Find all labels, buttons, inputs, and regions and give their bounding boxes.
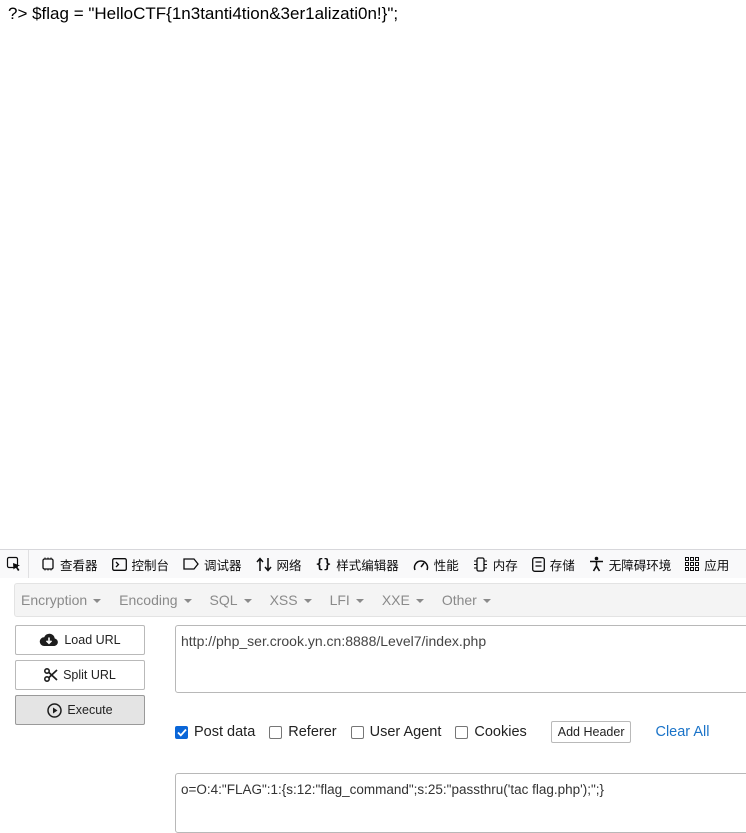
cloud-download-icon — [40, 633, 59, 646]
devtools-tab-debugger[interactable]: 调试器 — [177, 550, 250, 578]
devtools-tab-accessibility[interactable]: 无障碍环境 — [583, 550, 680, 578]
tab-label: 存储 — [549, 558, 575, 573]
checkmark-icon — [176, 728, 187, 737]
scissors-icon — [44, 668, 58, 682]
referer-label: Referer — [288, 724, 337, 740]
menu-label: LFI — [329, 592, 350, 608]
inspector-icon — [42, 557, 54, 571]
chevron-down-icon — [93, 599, 102, 603]
post-data-checkbox[interactable] — [175, 725, 188, 739]
tab-label: 无障碍环境 — [608, 558, 672, 573]
devtools-toolbar: 查看器 控制台 调试器 网络 {} 样式编辑器 性能 内存 存储 无障碍环境 应… — [0, 549, 746, 579]
tab-label: 样式编辑器 — [336, 558, 399, 573]
tab-label: 性能 — [433, 558, 459, 573]
menu-sql[interactable]: SQL — [204, 585, 258, 615]
post-data-input[interactable]: o=O:4:"FLAG":1:{s:12:"flag_command";s:25… — [175, 773, 746, 833]
referer-checkbox[interactable] — [269, 725, 283, 739]
options-row: Post data Referer User Agent Cookies Add… — [175, 720, 709, 744]
element-picker-icon[interactable] — [0, 550, 29, 578]
performance-icon — [413, 559, 428, 570]
devtools-tab-inspector[interactable]: 查看器 — [35, 550, 106, 578]
referer-option[interactable]: Referer — [269, 724, 337, 740]
cookies-checkbox[interactable] — [455, 725, 469, 739]
user-agent-option[interactable]: User Agent — [350, 724, 442, 740]
devtools-tab-storage[interactable]: 存储 — [526, 550, 583, 578]
cookies-label: Cookies — [474, 724, 527, 740]
tab-label: 应用 — [704, 558, 730, 573]
menu-label: Other — [441, 592, 477, 608]
menu-label: Encryption — [21, 592, 88, 608]
tab-label: 内存 — [492, 558, 518, 573]
add-header-button[interactable]: Add Header — [550, 721, 632, 743]
chevron-down-icon — [183, 599, 192, 603]
network-icon — [255, 556, 272, 572]
load-url-label: Load URL — [64, 633, 121, 647]
tab-label: 控制台 — [131, 558, 170, 573]
memory-icon — [473, 556, 487, 572]
post-data-label: Post data — [194, 724, 256, 740]
menu-encoding[interactable]: Encoding — [113, 585, 197, 615]
load-url-button[interactable]: Load URL — [15, 625, 145, 655]
split-url-button[interactable]: Split URL — [15, 660, 145, 690]
devtools-tab-application[interactable]: 应用 — [679, 550, 737, 578]
tab-label: 调试器 — [204, 558, 242, 573]
debugger-icon — [183, 558, 199, 570]
devtools-tab-performance[interactable]: 性能 — [407, 550, 467, 578]
user-agent-label: User Agent — [369, 724, 442, 740]
chevron-down-icon — [243, 599, 252, 603]
chevron-down-icon — [482, 599, 491, 603]
play-circle-icon — [47, 702, 63, 718]
menu-label: XSS — [269, 592, 298, 608]
cookies-option[interactable]: Cookies — [455, 724, 527, 740]
chevron-down-icon — [303, 599, 312, 603]
devtools-tab-console[interactable]: 控制台 — [106, 550, 178, 578]
menu-lfi[interactable]: LFI — [324, 585, 370, 615]
execute-button[interactable]: Execute — [15, 695, 145, 725]
style-editor-icon: {} — [315, 556, 332, 572]
execute-label: Execute — [67, 703, 113, 717]
hackbar-panel: Encryption Encoding SQL XSS LFI XXE Othe… — [0, 578, 746, 833]
menu-label: SQL — [209, 592, 238, 608]
menu-other[interactable]: Other — [436, 585, 497, 615]
devtools-tab-network[interactable]: 网络 — [250, 550, 310, 578]
storage-icon — [531, 556, 545, 572]
chevron-down-icon — [355, 599, 364, 603]
menu-encryption[interactable]: Encryption — [15, 585, 107, 615]
application-icon — [685, 557, 700, 571]
menu-label: XXE — [381, 592, 410, 608]
menu-label: Encoding — [119, 592, 178, 608]
hackbar-menubar: Encryption Encoding SQL XSS LFI XXE Othe… — [14, 583, 746, 617]
page-output-text: ?> $flag = "HelloCTF{1n3tanti4tion&3er1a… — [8, 4, 399, 23]
clear-all-link[interactable]: Clear All — [655, 724, 709, 740]
menu-xxe[interactable]: XXE — [376, 585, 430, 615]
devtools-tab-style-editor[interactable]: {} 样式编辑器 — [310, 550, 407, 578]
post-data-option[interactable]: Post data — [175, 724, 255, 740]
split-url-label: Split URL — [63, 668, 116, 682]
accessibility-icon — [589, 556, 603, 572]
devtools-tab-memory[interactable]: 内存 — [467, 550, 526, 578]
tab-label: 网络 — [276, 558, 302, 573]
tab-label: 查看器 — [60, 558, 98, 573]
user-agent-checkbox[interactable] — [350, 725, 364, 739]
url-input[interactable]: http://php_ser.crook.yn.cn:8888/Level7/i… — [175, 625, 746, 693]
menu-xss[interactable]: XSS — [264, 585, 318, 615]
console-icon — [111, 557, 127, 571]
chevron-down-icon — [415, 599, 424, 603]
